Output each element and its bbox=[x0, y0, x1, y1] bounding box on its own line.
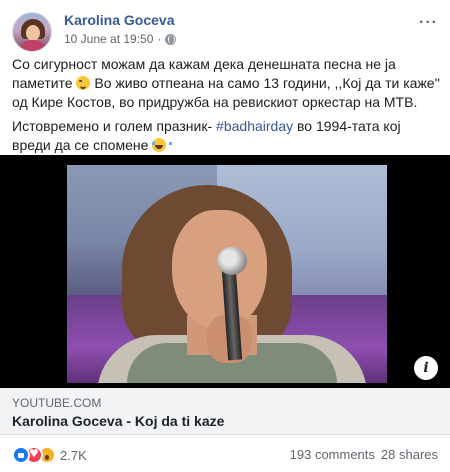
author-name[interactable]: Karolina Goceva bbox=[64, 12, 175, 28]
more-icon[interactable]: ··· bbox=[419, 14, 438, 32]
globe-icon[interactable] bbox=[165, 33, 177, 45]
post-paragraph: Со сигурност можам да кажам дека денешна… bbox=[12, 55, 440, 112]
wink-emoji-icon bbox=[76, 76, 91, 90]
link-preview[interactable]: YOUTUBE.COM Karolina Goceva - Koj da ti … bbox=[0, 388, 450, 435]
engagement-counts: 193 comments 28 shares bbox=[290, 447, 438, 462]
laughing-emoji-icon bbox=[152, 138, 173, 152]
post-footer: 2.7K 193 comments 28 shares bbox=[12, 443, 438, 469]
meta-separator: · bbox=[157, 32, 162, 46]
reaction-count[interactable]: 2.7K bbox=[60, 448, 87, 463]
video-player[interactable]: i bbox=[0, 155, 450, 388]
info-icon[interactable]: i bbox=[414, 356, 438, 380]
video-thumbnail[interactable] bbox=[67, 165, 387, 383]
hashtag-link[interactable]: #badhairday bbox=[216, 118, 293, 134]
link-title[interactable]: Karolina Goceva - Koj da ti kaze bbox=[12, 413, 224, 429]
shares-count[interactable]: 28 shares bbox=[381, 447, 438, 462]
post-text: Со сигурност можам да кажам дека денешна… bbox=[12, 55, 440, 160]
comments-count[interactable]: 193 comments bbox=[290, 447, 375, 462]
author-avatar[interactable] bbox=[12, 12, 52, 52]
reactions-summary[interactable]: 2.7K bbox=[12, 446, 87, 464]
post-paragraph: Истовремено и голем празник- #badhairday… bbox=[12, 117, 440, 155]
facebook-post: Karolina Goceva 10 June at 19:50 · ··· С… bbox=[0, 0, 450, 472]
microphone-icon bbox=[217, 247, 247, 275]
link-domain: YOUTUBE.COM bbox=[12, 396, 102, 410]
like-icon bbox=[12, 446, 30, 464]
post-meta: 10 June at 19:50 · bbox=[64, 32, 177, 46]
post-header: Karolina Goceva 10 June at 19:50 · ··· bbox=[12, 10, 438, 52]
post-timestamp[interactable]: 10 June at 19:50 bbox=[64, 32, 153, 46]
paragraph-3-before: Истовремено и голем празник- bbox=[12, 118, 217, 134]
